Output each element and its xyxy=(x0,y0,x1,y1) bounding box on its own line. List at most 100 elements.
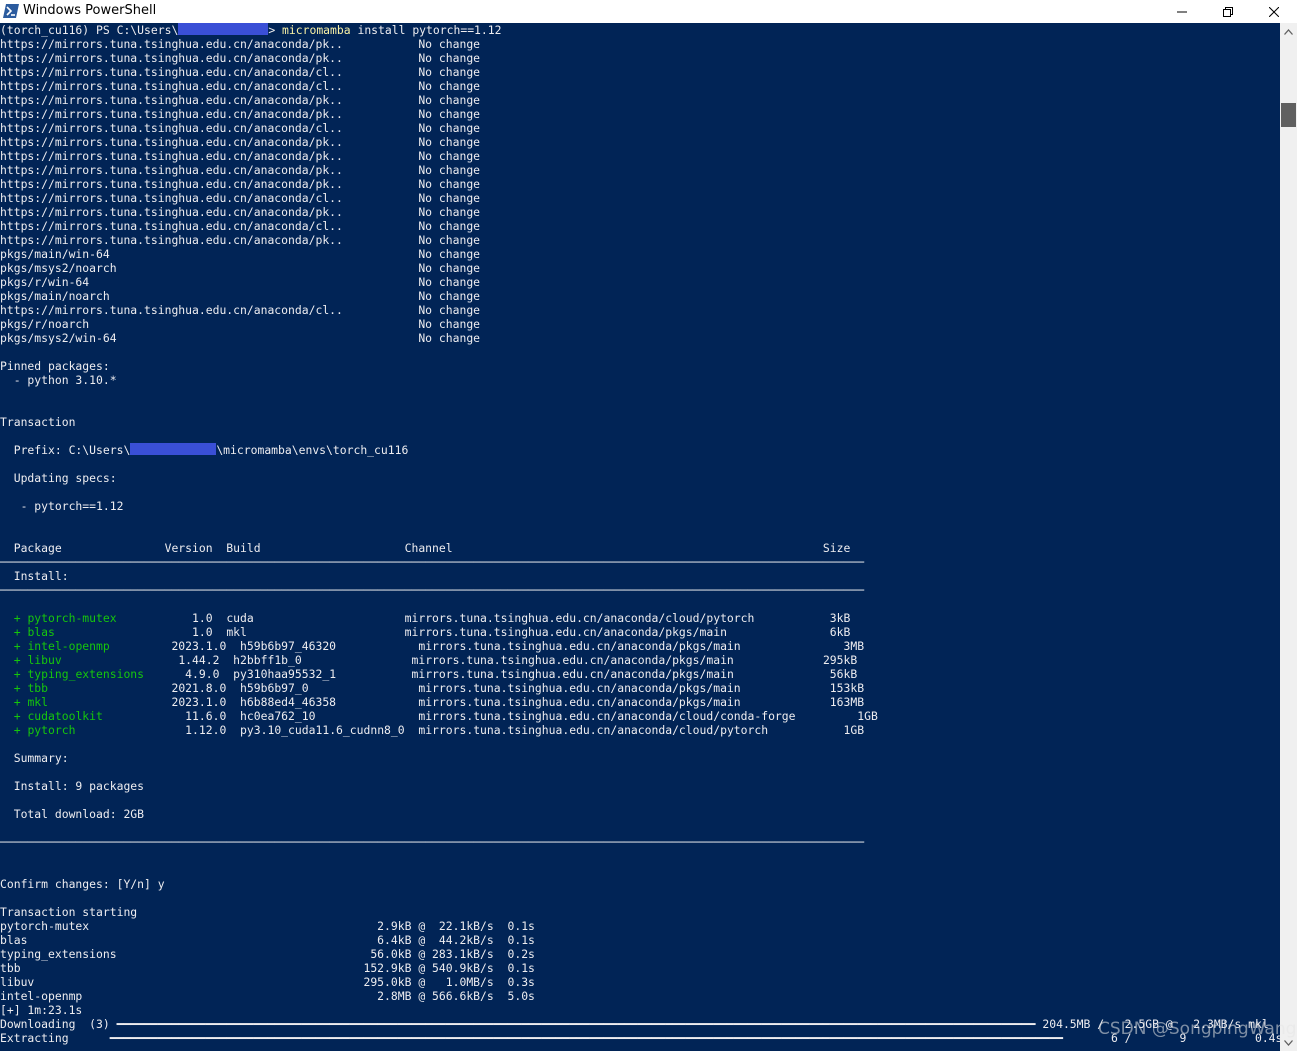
package-name: mkl xyxy=(27,695,49,709)
package-details: 2023.1.0 h6b88ed4_46358 mirrors.tuna.tsi… xyxy=(48,695,865,709)
package-marker: + xyxy=(0,709,28,723)
package-marker: + xyxy=(0,639,28,653)
confirm-line: Confirm changes: [Y/n] y xyxy=(0,877,165,891)
package-row: + blas 1.0 mkl mirrors.tuna.tsinghua.edu… xyxy=(0,625,1280,639)
package-row: + typing_extensions 4.9.0 py310haa95532_… xyxy=(0,667,1280,681)
vertical-scrollbar[interactable] xyxy=(1280,23,1297,1051)
chevron-down-icon xyxy=(1284,1039,1293,1046)
scroll-thumb[interactable] xyxy=(1281,103,1296,127)
channel-line: https://mirrors.tuna.tsinghua.edu.cn/ana… xyxy=(0,135,481,149)
download-line: pytorch-mutex 2.9kB @ 22.1kB/s 0.1s xyxy=(0,919,535,933)
restore-icon xyxy=(1223,6,1233,17)
channel-line: pkgs/main/win-64 No change xyxy=(0,247,481,261)
powershell-icon xyxy=(3,4,19,18)
command-name: micromamba xyxy=(282,23,351,37)
package-row: + mkl 2023.1.0 h6b88ed4_46358 mirrors.tu… xyxy=(0,695,1280,709)
pinned-item: - python 3.10.* xyxy=(0,373,117,387)
summary-total: Total download: 2GB xyxy=(0,807,145,821)
channel-line: https://mirrors.tuna.tsinghua.edu.cn/ana… xyxy=(0,121,481,135)
package-name: pytorch xyxy=(27,723,76,737)
spec-item: - pytorch==1.12 xyxy=(0,499,124,513)
channel-line: https://mirrors.tuna.tsinghua.edu.cn/ana… xyxy=(0,79,481,93)
title-bar[interactable]: Windows PowerShell xyxy=(0,0,1297,23)
window-title: Windows PowerShell xyxy=(23,3,157,18)
prompt-prefix: (torch_cu116) PS C:\Users\ xyxy=(0,23,179,37)
package-row: + pytorch 1.12.0 py3.10_cuda11.6_cudnn8_… xyxy=(0,723,1280,737)
channel-line: https://mirrors.tuna.tsinghua.edu.cn/ana… xyxy=(0,233,481,247)
package-name: cudatoolkit xyxy=(27,709,103,723)
table-rule: ────────────────────────────────────────… xyxy=(0,583,865,597)
package-details: 2023.1.0 h59b6b97_46320 mirrors.tuna.tsi… xyxy=(109,639,865,653)
restore-button[interactable] xyxy=(1205,0,1251,23)
table-rule: ────────────────────────────────────────… xyxy=(0,555,865,569)
powershell-window: Windows PowerShell (torch_cu116) PS C:\U… xyxy=(0,0,1297,1051)
prefix-path: \micromamba\envs\torch_cu116 xyxy=(216,443,409,457)
package-details: 2021.8.0 h59b6b97_0 mirrors.tuna.tsinghu… xyxy=(48,681,865,695)
package-row: + intel-openmp 2023.1.0 h59b6b97_46320 m… xyxy=(0,639,1280,653)
downloading-progress: Downloading (3) ━━━━━━━━━━━━━━━━━━━━━━━━… xyxy=(0,1017,1280,1031)
close-button[interactable] xyxy=(1251,0,1297,23)
package-details: 1.44.2 h2bbff1b_0 mirrors.tuna.tsinghua.… xyxy=(61,653,858,667)
package-row: + tbb 2021.8.0 h59b6b97_0 mirrors.tuna.t… xyxy=(0,681,1280,695)
package-name: typing_extensions xyxy=(27,667,145,681)
download-line: typing_extensions 56.0kB @ 283.1kB/s 0.2… xyxy=(0,947,535,961)
summary-install: Install: 9 packages xyxy=(0,779,145,793)
package-row: + libuv 1.44.2 h2bbff1b_0 mirrors.tuna.t… xyxy=(0,653,1280,667)
scroll-down-button[interactable] xyxy=(1280,1034,1297,1051)
download-line: blas 6.4kB @ 44.2kB/s 0.1s xyxy=(0,933,535,947)
channel-line: https://mirrors.tuna.tsinghua.edu.cn/ana… xyxy=(0,205,481,219)
download-line: libuv 295.0kB @ 1.0MB/s 0.3s xyxy=(0,975,535,989)
package-name: libuv xyxy=(27,653,62,667)
package-name: intel-openmp xyxy=(27,639,110,653)
elapsed-time: [+] 1m:23.1s xyxy=(0,1003,83,1017)
channel-line: pkgs/msys2/win-64 No change xyxy=(0,331,481,345)
package-details: 4.9.0 py310haa95532_1 mirrors.tuna.tsing… xyxy=(144,667,858,681)
package-details: 1.12.0 py3.10_cuda11.6_cudnn8_0 mirrors.… xyxy=(75,723,865,737)
package-marker: + xyxy=(0,723,28,737)
channel-line: https://mirrors.tuna.tsinghua.edu.cn/ana… xyxy=(0,107,481,121)
channel-line: https://mirrors.tuna.tsinghua.edu.cn/ana… xyxy=(0,303,481,317)
command-args: install pytorch==1.12 xyxy=(350,23,502,37)
channel-line: https://mirrors.tuna.tsinghua.edu.cn/ana… xyxy=(0,93,481,107)
scroll-up-button[interactable] xyxy=(1280,23,1297,40)
table-header: Package Version Build Channel Size xyxy=(0,541,851,555)
channel-line: https://mirrors.tuna.tsinghua.edu.cn/ana… xyxy=(0,149,481,163)
chevron-up-icon xyxy=(1284,28,1293,35)
transaction-header: Transaction xyxy=(0,415,76,429)
close-icon xyxy=(1269,6,1279,17)
package-marker: + xyxy=(0,625,28,639)
download-line: tbb 152.9kB @ 540.9kB/s 0.1s xyxy=(0,961,535,975)
install-label: Install: xyxy=(0,569,69,583)
package-name: blas xyxy=(27,625,55,639)
minimize-button[interactable] xyxy=(1159,0,1205,23)
channel-line: pkgs/msys2/noarch No change xyxy=(0,261,481,275)
channel-line: https://mirrors.tuna.tsinghua.edu.cn/ana… xyxy=(0,163,481,177)
channel-line: pkgs/r/noarch No change xyxy=(0,317,481,331)
channel-line: https://mirrors.tuna.tsinghua.edu.cn/ana… xyxy=(0,219,481,233)
package-marker: + xyxy=(0,653,28,667)
prompt-suffix: > xyxy=(268,23,283,37)
transaction-starting: Transaction starting xyxy=(0,905,138,919)
pinned-header: Pinned packages: xyxy=(0,359,110,373)
package-name: tbb xyxy=(27,681,49,695)
channel-line: https://mirrors.tuna.tsinghua.edu.cn/ana… xyxy=(0,191,481,205)
console-output[interactable]: (torch_cu116) PS C:\Users\ > micromamba i… xyxy=(0,23,1280,1051)
package-marker: + xyxy=(0,695,28,709)
download-line: intel-openmp 2.8MB @ 566.6kB/s 5.0s xyxy=(0,989,535,1003)
channel-line: https://mirrors.tuna.tsinghua.edu.cn/ana… xyxy=(0,51,481,65)
package-details: 1.0 mkl mirrors.tuna.tsinghua.edu.cn/ana… xyxy=(54,625,851,639)
